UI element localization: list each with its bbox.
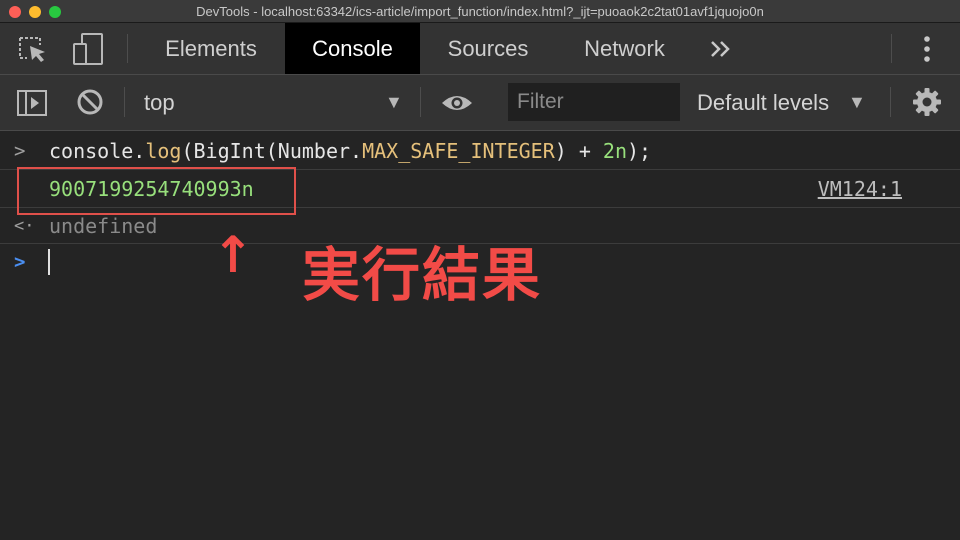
kebab-menu-icon[interactable] bbox=[921, 35, 933, 68]
annotation-label: 実行結果 bbox=[302, 241, 543, 309]
console-toolbar: top ▼ Default levels ▼ bbox=[0, 75, 960, 131]
toolbar-separator bbox=[124, 87, 125, 117]
result-highlight-box bbox=[17, 167, 296, 215]
tab-separator bbox=[891, 34, 892, 63]
inspect-element-icon[interactable] bbox=[18, 36, 48, 69]
input-caret[interactable] bbox=[48, 249, 50, 275]
window-titlebar: DevTools - localhost:63342/ics-article/i… bbox=[0, 0, 960, 23]
window-title: DevTools - localhost:63342/ics-article/i… bbox=[196, 4, 764, 19]
prompt-chevron-icon: > bbox=[14, 251, 26, 273]
console-input-row: > console.log(BigInt(Number.MAX_SAFE_INT… bbox=[0, 131, 960, 170]
chevron-right-icon: > bbox=[14, 140, 26, 162]
eye-icon[interactable] bbox=[440, 92, 474, 119]
console-input-code: console.log(BigInt(Number.MAX_SAFE_INTEG… bbox=[49, 139, 652, 163]
more-tabs-icon[interactable] bbox=[709, 40, 733, 63]
clear-console-icon[interactable] bbox=[76, 88, 104, 121]
sidebar-toggle-icon[interactable] bbox=[16, 89, 48, 122]
filter-input[interactable] bbox=[508, 83, 680, 121]
tab-network[interactable]: Network bbox=[562, 23, 687, 74]
context-selector[interactable]: top bbox=[144, 90, 175, 116]
chevron-down-icon[interactable]: ▼ bbox=[385, 92, 403, 113]
toolbar-separator bbox=[420, 87, 421, 117]
log-levels-dropdown[interactable]: Default levels bbox=[697, 90, 829, 116]
return-value: undefined bbox=[49, 214, 158, 238]
source-link[interactable]: VM124:1 bbox=[818, 177, 902, 201]
annotation-arrow: ↑ bbox=[212, 226, 254, 284]
toolbar-separator bbox=[890, 87, 891, 117]
devtools-tabbar: Elements Console Sources Network bbox=[0, 23, 960, 75]
chevron-down-icon[interactable]: ▼ bbox=[848, 92, 866, 113]
tab-sources[interactable]: Sources bbox=[428, 23, 548, 74]
return-arrow-icon: <· bbox=[14, 216, 35, 236]
device-toolbar-icon[interactable] bbox=[72, 32, 104, 71]
tab-separator bbox=[127, 34, 128, 63]
tab-elements[interactable]: Elements bbox=[145, 23, 277, 74]
tab-console[interactable]: Console bbox=[285, 23, 420, 74]
gear-icon[interactable] bbox=[912, 87, 942, 122]
